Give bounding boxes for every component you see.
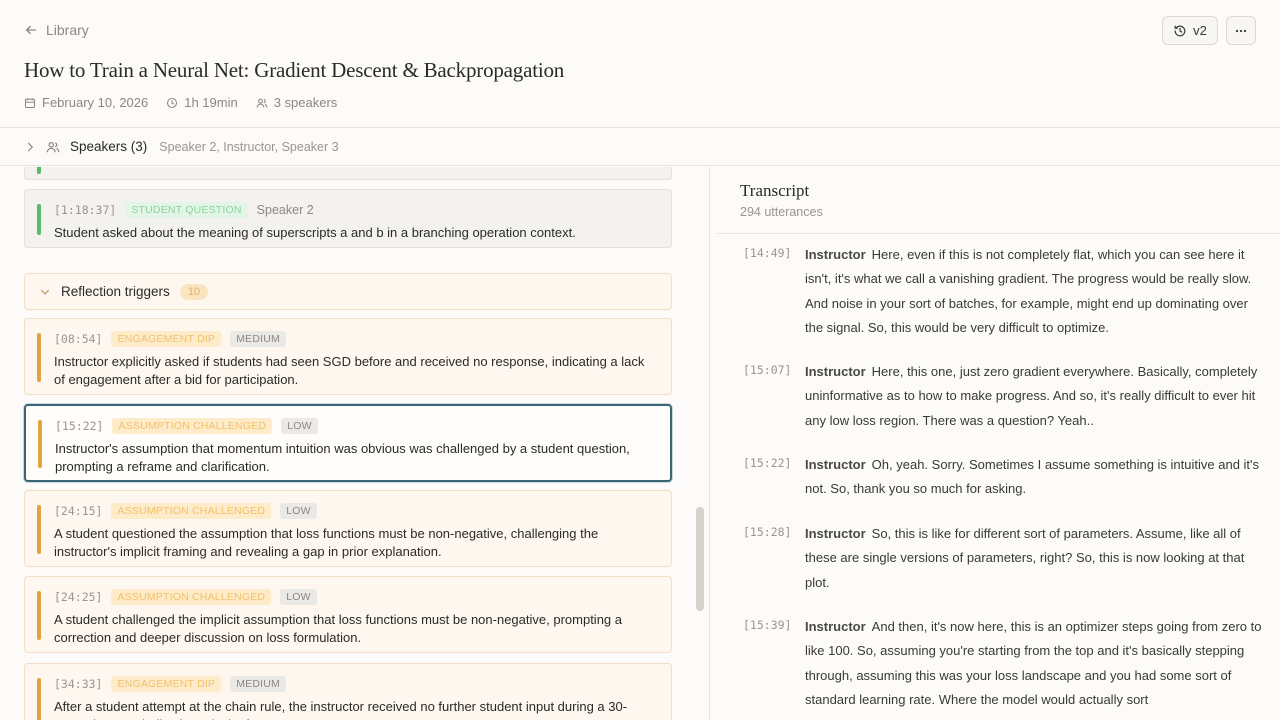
- timestamp: [15:22]: [55, 419, 104, 433]
- utterance-text: And then, it's now here, this is an opti…: [805, 619, 1262, 707]
- insight-description: After a student attempt at the chain rul…: [54, 699, 628, 720]
- insight-card[interactable]: [24:25] ASSUMPTION CHALLENGED LOW A stud…: [24, 576, 672, 653]
- utterance-count: 294 utterances: [740, 205, 823, 219]
- severity-tag: LOW: [281, 418, 318, 434]
- category-tag: ENGAGEMENT DIP: [111, 676, 222, 692]
- utterance-text: Here, this one, just zero gradient every…: [805, 364, 1258, 428]
- meta-row: February 10, 2026 1h 19min 3 speakers: [24, 95, 337, 110]
- meta-date: February 10, 2026: [24, 95, 148, 110]
- utterance-speaker: Instructor: [805, 619, 866, 634]
- transcript-panel: Transcript 294 utterances [14:49] Instru…: [711, 167, 1280, 720]
- utterance-speaker: Instructor: [805, 364, 866, 379]
- utterance-speaker: Instructor: [805, 457, 866, 472]
- users-icon: [256, 98, 268, 108]
- header-actions: v2: [1162, 16, 1256, 45]
- insight-description: Student asked about the meaning of super…: [54, 225, 576, 240]
- utterance[interactable]: [15:22] Instructor Oh, yeah. Sorry. Somet…: [743, 453, 1263, 502]
- section-header-reflection-triggers[interactable]: Reflection triggers 10: [24, 273, 672, 310]
- utterance-text: So, this is like for different sort of p…: [805, 526, 1245, 590]
- transcript-header: Transcript 294 utterances: [740, 181, 823, 219]
- timestamp: [1:18:37]: [54, 203, 117, 217]
- meta-duration: 1h 19min: [166, 95, 238, 110]
- category-tag: ASSUMPTION CHALLENGED: [112, 418, 273, 434]
- more-options-button[interactable]: [1226, 16, 1256, 45]
- divider: [717, 233, 1280, 234]
- speakers-names: Speaker 2, Instructor, Speaker 3: [159, 139, 339, 154]
- speakers-label: Speakers (3): [70, 139, 148, 154]
- utterance[interactable]: [14:49] Instructor Here, even if this is …: [743, 243, 1263, 340]
- arrow-left-icon: [25, 25, 37, 35]
- meta-speakers: 3 speakers: [256, 95, 337, 110]
- category-tag: ASSUMPTION CHALLENGED: [111, 589, 272, 605]
- utterance[interactable]: [15:28] Instructor So, this is like for d…: [743, 522, 1263, 595]
- chevron-down-icon: [40, 289, 50, 295]
- utterance-text: Oh, yeah. Sorry. Sometimes I assume some…: [805, 457, 1260, 497]
- insight-card-selected[interactable]: [15:22] ASSUMPTION CHALLENGED LOW Instru…: [24, 404, 672, 482]
- utterance-speaker: Instructor: [805, 247, 866, 262]
- utterance-timestamp[interactable]: [14:49]: [743, 243, 805, 340]
- category-tag: STUDENT QUESTION: [125, 202, 248, 218]
- utterance[interactable]: [15:07] Instructor Here, this one, just z…: [743, 360, 1263, 433]
- severity-tag: LOW: [280, 589, 317, 605]
- section-count-badge: 10: [179, 283, 209, 300]
- timestamp: [34:33]: [54, 677, 103, 691]
- clock-icon: [167, 97, 178, 108]
- version-history-button[interactable]: v2: [1162, 16, 1218, 45]
- category-tag: ENGAGEMENT DIP: [111, 331, 222, 347]
- timestamp: [08:54]: [54, 332, 103, 346]
- utterance-text: Here, even if this is not completely fla…: [805, 247, 1252, 335]
- back-label: Library: [46, 22, 89, 38]
- insight-card[interactable]: [1:18:37] STUDENT QUESTION Speaker 2 Stu…: [24, 189, 672, 248]
- insight-description: A student questioned the assumption that…: [54, 526, 599, 559]
- utterance-timestamp[interactable]: [15:22]: [743, 453, 805, 502]
- utterance[interactable]: [15:39] Instructor And then, it's now her…: [743, 615, 1263, 712]
- timestamp: [24:15]: [54, 504, 103, 518]
- timestamp: [24:25]: [54, 590, 103, 604]
- insight-description: A student challenged the implicit assump…: [54, 612, 622, 645]
- insight-card[interactable]: [08:54] ENGAGEMENT DIP MEDIUM Instructor…: [24, 318, 672, 395]
- insight-description: Instructor explicitly asked if students …: [54, 354, 645, 387]
- more-horizontal-icon: [1235, 29, 1247, 32]
- speaker-label: Speaker 2: [256, 203, 314, 217]
- chevron-right-icon: [27, 142, 34, 151]
- section-title: Reflection triggers: [61, 284, 170, 299]
- category-tag: ASSUMPTION CHALLENGED: [111, 503, 272, 519]
- page-header: Library How to Train a Neural Net: Gradi…: [0, 0, 1280, 128]
- utterance-speaker: Instructor: [805, 526, 866, 541]
- page-title: How to Train a Neural Net: Gradient Desc…: [24, 58, 565, 82]
- insights-panel: [1:18:37] STUDENT QUESTION Speaker 2 Stu…: [0, 167, 710, 720]
- insight-card[interactable]: [24:15] ASSUMPTION CHALLENGED LOW A stud…: [24, 490, 672, 567]
- utterance-timestamp[interactable]: [15:28]: [743, 522, 805, 595]
- calendar-icon: [24, 97, 36, 108]
- severity-tag: MEDIUM: [230, 676, 286, 692]
- history-icon: [1174, 25, 1186, 36]
- speakers-bar[interactable]: Speakers (3) Speaker 2, Instructor, Spea…: [0, 128, 1280, 166]
- insight-card-partial[interactable]: [24, 167, 672, 180]
- insight-description: Instructor's assumption that momentum in…: [55, 441, 630, 474]
- utterance-timestamp[interactable]: [15:07]: [743, 360, 805, 433]
- insight-card[interactable]: [34:33] ENGAGEMENT DIP MEDIUM After a st…: [24, 663, 672, 720]
- back-link[interactable]: Library: [24, 22, 89, 38]
- severity-tag: LOW: [280, 503, 317, 519]
- severity-tag: MEDIUM: [230, 331, 286, 347]
- utterance-timestamp[interactable]: [15:39]: [743, 615, 805, 712]
- transcript-title: Transcript: [740, 181, 810, 200]
- users-icon: [46, 141, 60, 152]
- scrollbar-thumb[interactable]: [696, 507, 704, 611]
